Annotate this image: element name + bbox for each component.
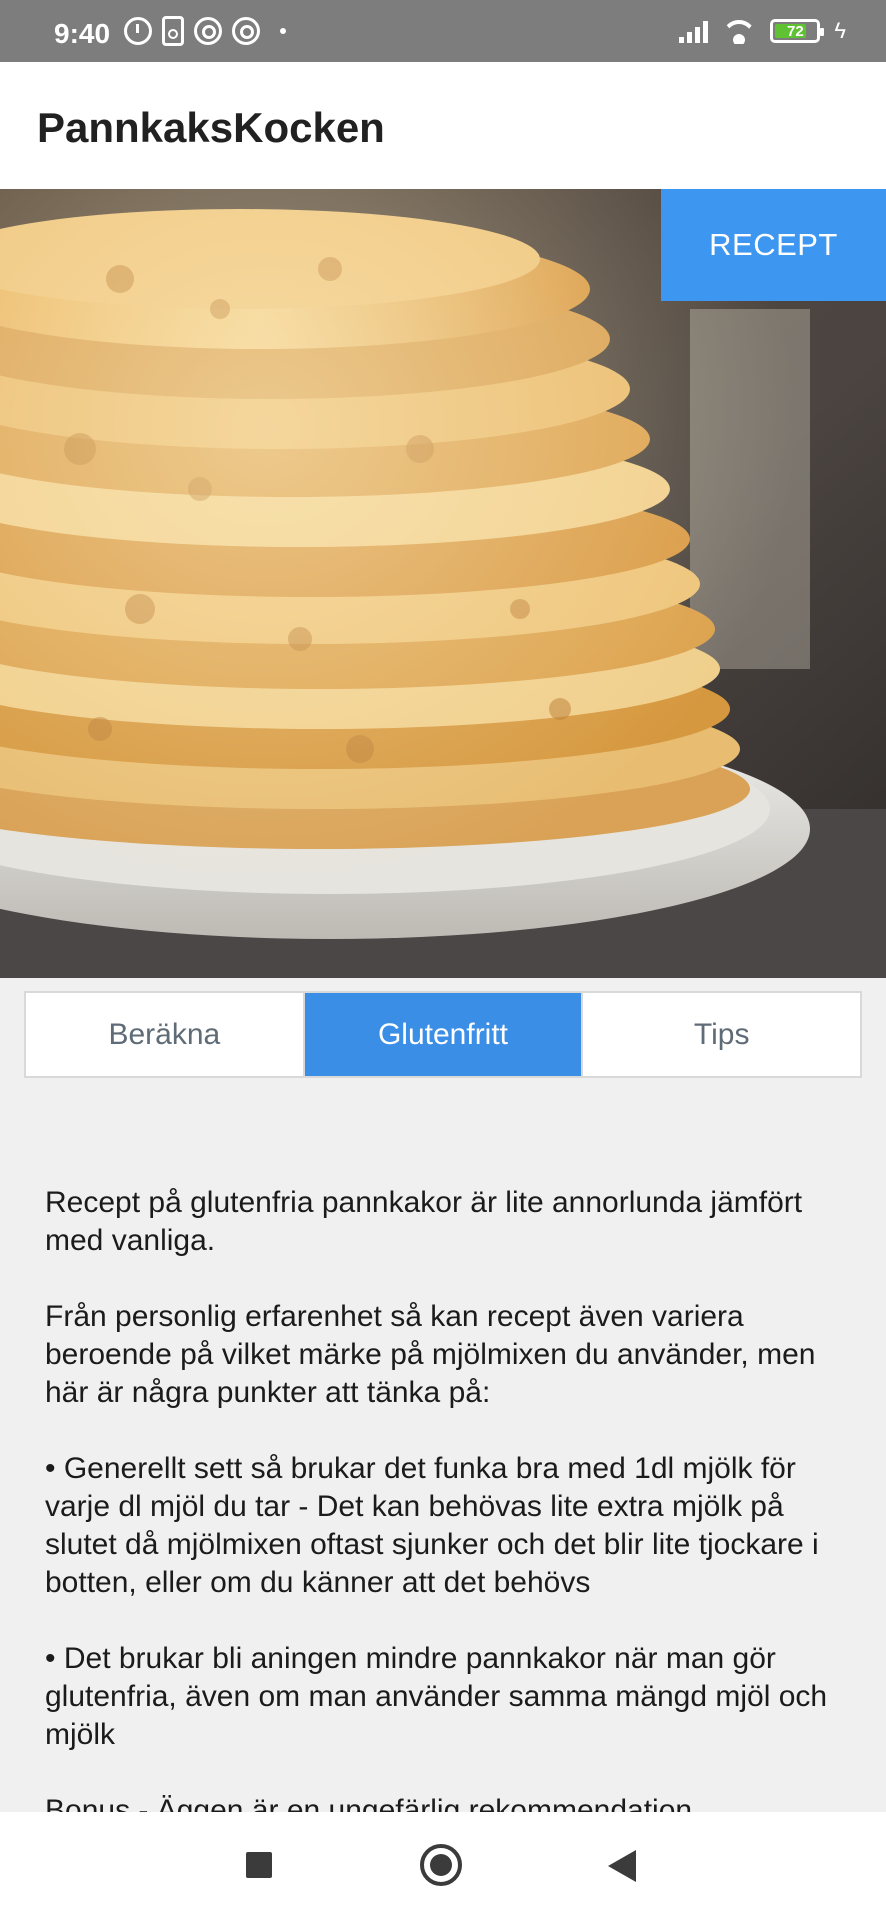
tab-tips[interactable]: Tips xyxy=(583,993,860,1076)
battery-level: 72 xyxy=(787,22,804,40)
content-paragraph: • Det brukar bli aningen mindre pannkako… xyxy=(45,1642,828,1751)
app-title: PannkaksKocken xyxy=(37,104,385,151)
back-icon[interactable] xyxy=(608,1850,636,1882)
app-bar: PannkaksKocken xyxy=(0,62,886,189)
recents-icon[interactable] xyxy=(246,1852,272,1878)
pancake-stack-photo xyxy=(0,189,886,978)
status-bar: 9:40 72 ϟ xyxy=(0,0,886,62)
tab-berakna[interactable]: Beräkna xyxy=(26,993,305,1076)
hero-image: RECEPT xyxy=(0,189,886,978)
content-paragraph: Bonus - Äggen är en ungefärlig rekommend… xyxy=(45,1794,693,1812)
content-paragraph: • Generellt sett så brukar det funka bra… xyxy=(45,1452,819,1599)
status-right-icons: 72 ϟ xyxy=(679,18,846,44)
content-paragraph: Recept på glutenfria pannkakor är lite a… xyxy=(45,1186,803,1257)
recept-button[interactable]: RECEPT xyxy=(661,189,886,301)
dot-icon xyxy=(280,28,286,34)
home-icon[interactable] xyxy=(420,1844,462,1886)
status-time: 9:40 xyxy=(54,18,111,49)
alarm-icon xyxy=(124,17,152,45)
status-left-icons xyxy=(124,16,286,46)
wifi-icon xyxy=(722,18,756,44)
charging-icon: ϟ xyxy=(834,18,846,43)
tab-bar: Beräkna Glutenfritt Tips xyxy=(24,991,862,1078)
speaker-icon xyxy=(162,16,184,46)
system-nav-bar xyxy=(0,1812,886,1920)
signal-icon xyxy=(679,19,709,43)
content-text: Recept på glutenfria pannkakor är lite a… xyxy=(45,1184,845,1812)
content-paragraph: Från personlig erfarenhet så kan recept … xyxy=(45,1300,816,1409)
sync-icon xyxy=(194,17,222,45)
sync-icon xyxy=(232,17,260,45)
tab-glutenfritt[interactable]: Glutenfritt xyxy=(304,993,584,1076)
battery-icon: 72 xyxy=(770,19,825,43)
